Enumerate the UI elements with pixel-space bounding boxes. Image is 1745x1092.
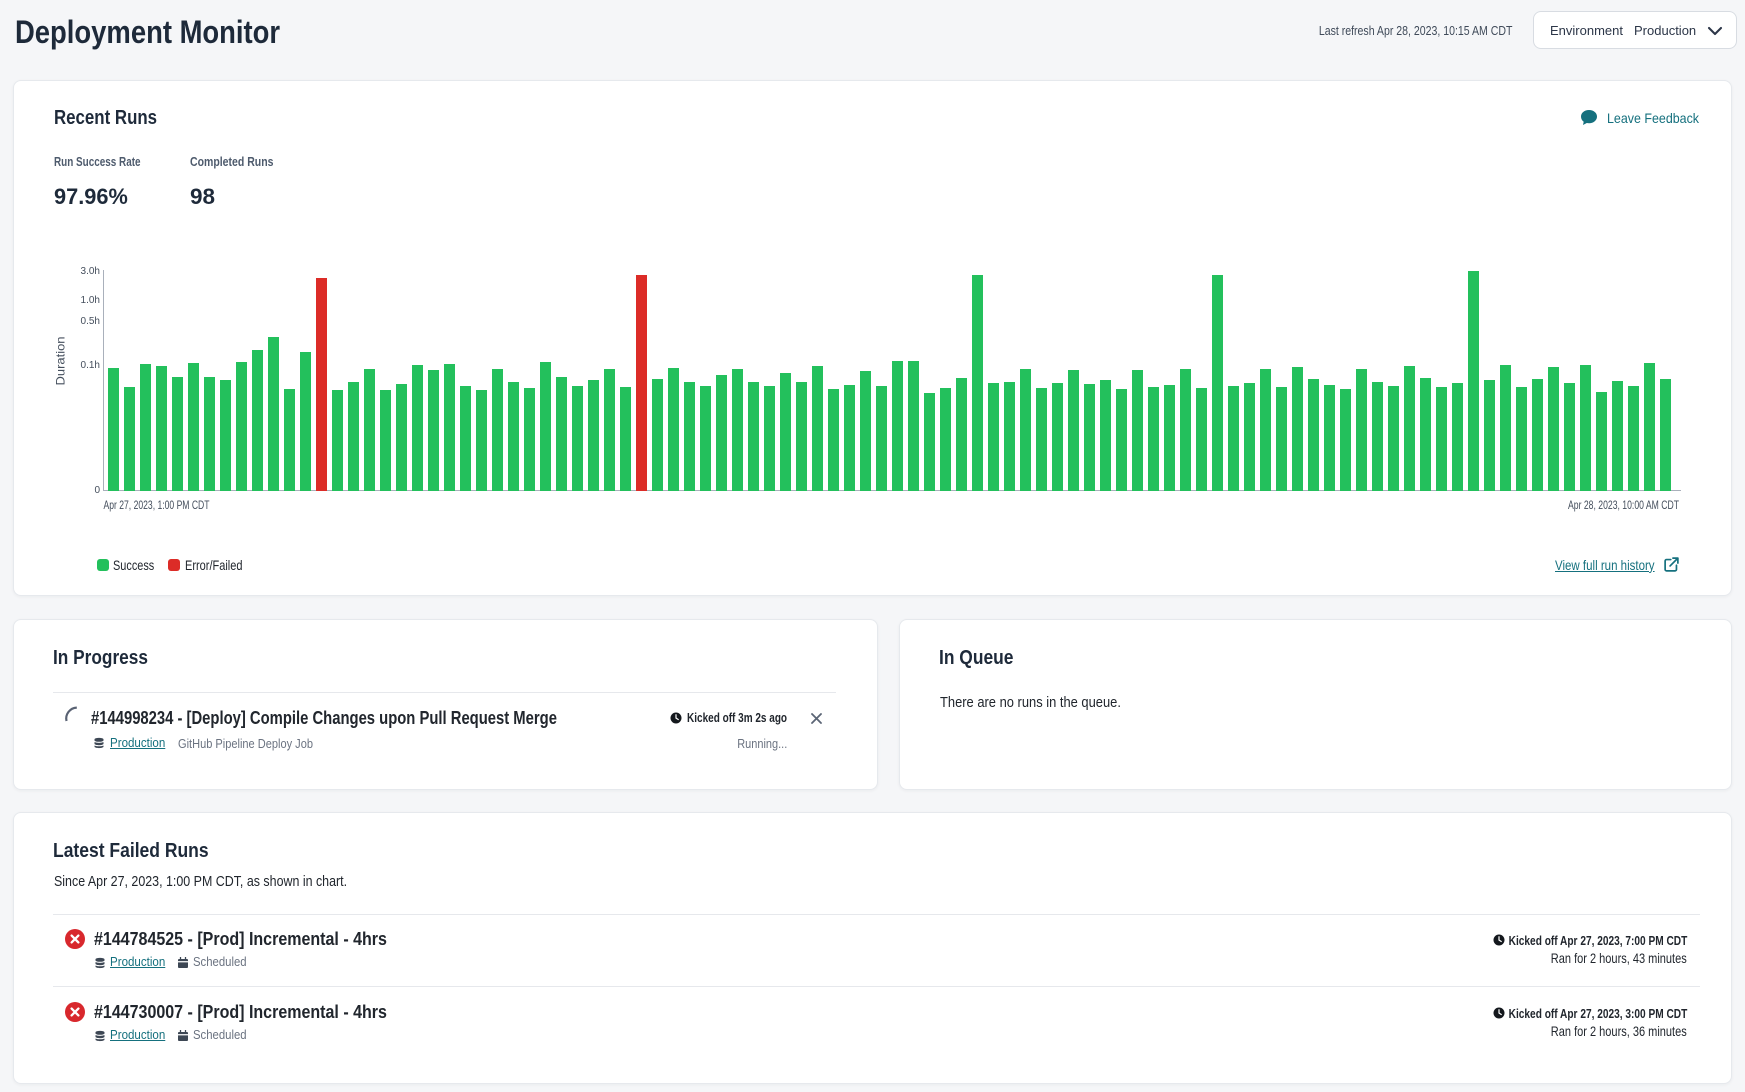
svg-text:3.0h: 3.0h xyxy=(81,266,100,277)
svg-text:0.1h: 0.1h xyxy=(81,360,100,371)
svg-text:0: 0 xyxy=(94,485,100,496)
svg-text:1.0h: 1.0h xyxy=(81,295,100,306)
svg-text:0.5h: 0.5h xyxy=(81,316,100,327)
svg-text:Apr 28, 2023, 10:00 AM CDT: Apr 28, 2023, 10:00 AM CDT xyxy=(1568,498,1679,512)
svg-text:Duration: Duration xyxy=(54,337,68,386)
svg-text:Apr 27, 2023, 1:00 PM CDT: Apr 27, 2023, 1:00 PM CDT xyxy=(104,498,210,512)
